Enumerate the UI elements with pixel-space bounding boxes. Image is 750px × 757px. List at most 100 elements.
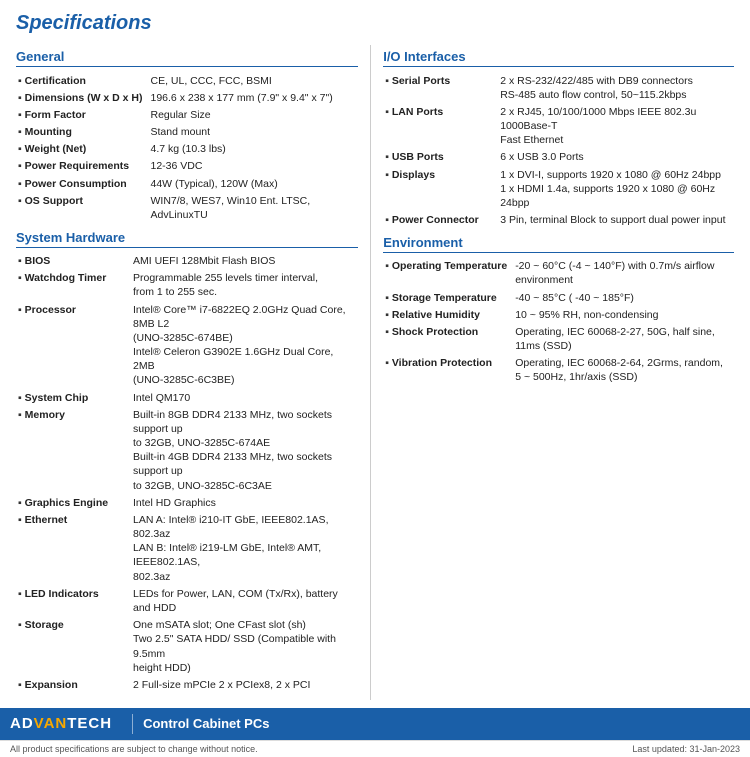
- spec-label: Vibration Protection: [383, 355, 513, 386]
- spec-value: Stand mount: [149, 124, 359, 141]
- spec-value: Intel® Core™ i7-6822EQ 2.0GHz Quad Core,…: [131, 301, 358, 389]
- note-left: All product specifications are subject t…: [10, 744, 258, 754]
- spec-label: LAN Ports: [383, 103, 498, 149]
- spec-label: Graphics Engine: [16, 494, 131, 511]
- col-right: I/O Interfaces Serial Ports2 x RS-232/42…: [370, 45, 734, 700]
- spec-label: Power Consumption: [16, 175, 149, 192]
- spec-label: OS Support: [16, 192, 149, 223]
- system-hardware-table: BIOSAMI UEFI 128Mbit Flash BIOSWatchdog …: [16, 253, 358, 694]
- spec-label: Operating Temperature: [383, 258, 513, 289]
- spec-value: 12-36 VDC: [149, 158, 359, 175]
- table-row: Displays1 x DVI-I, supports 1920 x 1080 …: [383, 166, 734, 212]
- spec-value: Intel QM170: [131, 389, 358, 406]
- table-row: Expansion2 Full-size mPCIe 2 x PCIex8, 2…: [16, 676, 358, 693]
- page: Specifications General CertificationCE, …: [0, 0, 750, 757]
- spec-label: Certification: [16, 72, 149, 89]
- table-row: OS SupportWIN7/8, WES7, Win10 Ent. LTSC,…: [16, 192, 358, 223]
- spec-value: WIN7/8, WES7, Win10 Ent. LTSC, AdvLinuxT…: [149, 192, 359, 223]
- spec-value: Built-in 8GB DDR4 2133 MHz, two sockets …: [131, 406, 358, 494]
- table-row: MountingStand mount: [16, 124, 358, 141]
- spec-label: Memory: [16, 406, 131, 494]
- table-row: StorageOne mSATA slot; One CFast slot (s…: [16, 617, 358, 677]
- spec-label: Storage Temperature: [383, 289, 513, 306]
- spec-label: Form Factor: [16, 106, 149, 123]
- spec-value: 2 x RS-232/422/485 with DB9 connectorsRS…: [498, 72, 734, 103]
- io-table: Serial Ports2 x RS-232/422/485 with DB9 …: [383, 72, 734, 229]
- spec-value: Intel HD Graphics: [131, 494, 358, 511]
- spec-value: 196.6 x 238 x 177 mm (7.9" x 9.4" x 7"): [149, 89, 359, 106]
- spec-label: Ethernet: [16, 511, 131, 585]
- spec-value: Programmable 255 levels timer interval,f…: [131, 270, 358, 301]
- environment-table: Operating Temperature-20 ~ 60°C (-4 ~ 14…: [383, 258, 734, 386]
- spec-label: LED Indicators: [16, 585, 131, 616]
- spec-label: BIOS: [16, 253, 131, 270]
- spec-value: Operating, IEC 60068-2-27, 50G, half sin…: [513, 323, 734, 354]
- spec-label: Expansion: [16, 676, 131, 693]
- spec-label: Serial Ports: [383, 72, 498, 103]
- table-row: CertificationCE, UL, CCC, FCC, BSMI: [16, 72, 358, 89]
- spec-value: 6 x USB 3.0 Ports: [498, 149, 734, 166]
- spec-label: Shock Protection: [383, 323, 513, 354]
- footer-logo: ADVANTECH: [10, 715, 112, 732]
- spec-label: Watchdog Timer: [16, 270, 131, 301]
- spec-value: LAN A: Intel® i210-IT GbE, IEEE802.1AS, …: [131, 511, 358, 585]
- logo-tech: TECH: [67, 715, 112, 732]
- table-row: Power Connector3 Pin, terminal Block to …: [383, 212, 734, 229]
- logo-advan: AD: [10, 715, 34, 732]
- page-title: Specifications: [16, 12, 734, 35]
- spec-label: Weight (Net): [16, 141, 149, 158]
- section-system-hardware: System Hardware: [16, 230, 358, 248]
- spec-label: Dimensions (W x D x H): [16, 89, 149, 106]
- content: Specifications General CertificationCE, …: [0, 0, 750, 708]
- table-row: System ChipIntel QM170: [16, 389, 358, 406]
- spec-value: 2 Full-size mPCIe 2 x PCIex8, 2 x PCI: [131, 676, 358, 693]
- spec-label: Power Connector: [383, 212, 498, 229]
- footer-bar: ADVANTECH Control Cabinet PCs: [0, 708, 750, 740]
- table-row: Storage Temperature-40 ~ 85°C ( -40 ~ 18…: [383, 289, 734, 306]
- table-row: MemoryBuilt-in 8GB DDR4 2133 MHz, two so…: [16, 406, 358, 494]
- section-general: General: [16, 49, 358, 67]
- table-row: ProcessorIntel® Core™ i7-6822EQ 2.0GHz Q…: [16, 301, 358, 389]
- table-row: EthernetLAN A: Intel® i210-IT GbE, IEEE8…: [16, 511, 358, 585]
- spec-label: Storage: [16, 617, 131, 677]
- spec-value: -20 ~ 60°C (-4 ~ 140°F) with 0.7m/s airf…: [513, 258, 734, 289]
- spec-label: Mounting: [16, 124, 149, 141]
- footer-divider: [132, 714, 133, 734]
- spec-value: 44W (Typical), 120W (Max): [149, 175, 359, 192]
- section-environment: Environment: [383, 235, 734, 253]
- table-row: Graphics EngineIntel HD Graphics: [16, 494, 358, 511]
- table-row: Power Consumption44W (Typical), 120W (Ma…: [16, 175, 358, 192]
- table-row: Form FactorRegular Size: [16, 106, 358, 123]
- bottom-note: All product specifications are subject t…: [0, 740, 750, 757]
- table-row: BIOSAMI UEFI 128Mbit Flash BIOS: [16, 253, 358, 270]
- two-col-layout: General CertificationCE, UL, CCC, FCC, B…: [16, 45, 734, 700]
- table-row: Power Requirements12-36 VDC: [16, 158, 358, 175]
- table-row: LED IndicatorsLEDs for Power, LAN, COM (…: [16, 585, 358, 616]
- spec-label: Power Requirements: [16, 158, 149, 175]
- table-row: Relative Humidity10 ~ 95% RH, non-conden…: [383, 306, 734, 323]
- footer-product: Control Cabinet PCs: [143, 716, 269, 731]
- spec-value: CE, UL, CCC, FCC, BSMI: [149, 72, 359, 89]
- spec-value: 1 x DVI-I, supports 1920 x 1080 @ 60Hz 2…: [498, 166, 734, 212]
- spec-label: Displays: [383, 166, 498, 212]
- spec-value: Regular Size: [149, 106, 359, 123]
- spec-value: 2 x RJ45, 10/100/1000 Mbps IEEE 802.3u 1…: [498, 103, 734, 149]
- spec-value: 4.7 kg (10.3 lbs): [149, 141, 359, 158]
- col-left: General CertificationCE, UL, CCC, FCC, B…: [16, 45, 370, 700]
- table-row: Shock ProtectionOperating, IEC 60068-2-2…: [383, 323, 734, 354]
- table-row: Watchdog TimerProgrammable 255 levels ti…: [16, 270, 358, 301]
- table-row: USB Ports6 x USB 3.0 Ports: [383, 149, 734, 166]
- logo-van: VAN: [34, 715, 68, 732]
- table-row: Operating Temperature-20 ~ 60°C (-4 ~ 14…: [383, 258, 734, 289]
- general-table: CertificationCE, UL, CCC, FCC, BSMIDimen…: [16, 72, 358, 224]
- spec-value: 3 Pin, terminal Block to support dual po…: [498, 212, 734, 229]
- spec-value: LEDs for Power, LAN, COM (Tx/Rx), batter…: [131, 585, 358, 616]
- spec-value: 10 ~ 95% RH, non-condensing: [513, 306, 734, 323]
- spec-label: Processor: [16, 301, 131, 389]
- table-row: LAN Ports2 x RJ45, 10/100/1000 Mbps IEEE…: [383, 103, 734, 149]
- spec-value: AMI UEFI 128Mbit Flash BIOS: [131, 253, 358, 270]
- spec-label: USB Ports: [383, 149, 498, 166]
- section-io: I/O Interfaces: [383, 49, 734, 67]
- spec-value: Operating, IEC 60068-2-64, 2Grms, random…: [513, 355, 734, 386]
- logo-text: ADVANTECH: [10, 715, 112, 732]
